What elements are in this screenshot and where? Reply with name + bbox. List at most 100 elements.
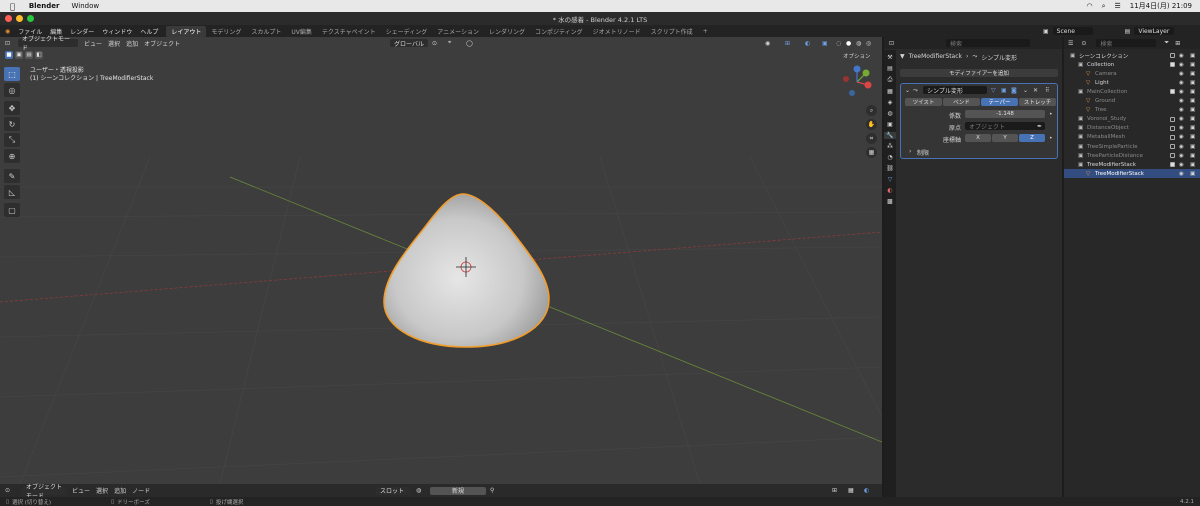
outliner-row[interactable]: ▽ Camera ◉ ▣ — [1064, 69, 1200, 78]
render-tab-icon[interactable]: ▤ — [887, 65, 893, 72]
eye-icon[interactable]: ◉ — [1179, 134, 1184, 140]
filter-icon[interactable]: ⏷ — [1164, 39, 1169, 47]
selected-object-mesh[interactable] — [383, 193, 550, 348]
origin-field[interactable]: オブジェクト — [965, 122, 1045, 131]
breadcrumb-modifier[interactable]: シンプル変形 — [981, 53, 1017, 62]
outliner-row[interactable]: ▣ Voronoi_Study ◉ ▣ — [1064, 115, 1200, 124]
render-camera-icon[interactable]: ▣ — [1190, 171, 1195, 177]
shading-rendered-icon[interactable]: ◎ — [866, 40, 871, 47]
eye-icon[interactable]: ◉ — [1179, 98, 1184, 104]
outliner-editor-icon[interactable]: ☰ — [1068, 40, 1073, 47]
bottom-menu-add[interactable]: 追加 — [114, 486, 126, 495]
eye-icon[interactable]: ◉ — [1179, 116, 1184, 122]
scale-tool[interactable]: ⤡ — [4, 133, 20, 147]
tab-shading[interactable]: シェーディング — [381, 26, 433, 37]
tab-texture-paint[interactable]: テクスチャペイント — [317, 26, 381, 37]
add-cube-tool[interactable]: ▢ — [4, 203, 20, 217]
wifi-icon[interactable]: ◠ — [1086, 2, 1092, 10]
navigation-gizmo[interactable] — [840, 65, 874, 99]
proportional-icon[interactable]: ◯ — [466, 40, 473, 47]
app-menu[interactable]: Blender — [29, 2, 60, 10]
menu-view[interactable]: ビュー — [84, 39, 102, 48]
eye-icon[interactable]: ◉ — [1179, 62, 1184, 68]
eye-icon[interactable]: ◉ — [1179, 144, 1184, 150]
outliner-row[interactable]: ▣ TreeParticleDistance ◉ ▣ — [1064, 151, 1200, 160]
physics-tab-icon[interactable]: ◔ — [887, 154, 892, 161]
outliner-row[interactable]: ▽ Tree ◉ ▣ — [1064, 106, 1200, 115]
gizmo-toggle-icon[interactable]: ⊞ — [785, 40, 790, 47]
select-invert-icon[interactable]: ◧ — [35, 51, 43, 59]
tab-layout[interactable]: レイアウト — [166, 25, 207, 37]
outliner-row[interactable]: ▽ TreeModifierStack ◉ ▣ — [1064, 169, 1200, 179]
render-camera-icon[interactable]: ▣ — [1190, 162, 1195, 168]
outliner-row[interactable]: ▣ TreeModifierStack ◉ ▣ — [1064, 160, 1200, 169]
menu-help[interactable]: ヘルプ — [140, 27, 158, 36]
bottom-menu-node[interactable]: ノード — [132, 486, 150, 495]
tab-sculpt[interactable]: スカルプト — [246, 26, 286, 37]
menu-add[interactable]: 追加 — [126, 39, 138, 48]
mode-dropdown[interactable]: オブジェクトモード — [18, 36, 79, 52]
overlay-bottom-icon[interactable]: ◐ — [864, 487, 869, 494]
bottom-menu-select[interactable]: 選択 — [96, 486, 108, 495]
realtime-toggle-icon[interactable]: ▣ — [1001, 87, 1007, 94]
render-camera-icon[interactable]: ▣ — [1190, 89, 1195, 95]
render-camera-icon[interactable]: ▣ — [1190, 153, 1195, 159]
zoom-view-button[interactable]: ⌕ — [866, 105, 877, 116]
restrictions-subpanel[interactable]: 制限 — [917, 148, 929, 157]
move-tool[interactable]: ✥ — [4, 101, 20, 115]
annotate-tool[interactable]: ✎ — [4, 169, 20, 183]
render-camera-icon[interactable]: ▣ — [1190, 98, 1195, 104]
constraints-tab-icon[interactable]: ⛓ — [886, 165, 894, 172]
particles-tab-icon[interactable]: ⁂ — [887, 143, 893, 150]
eye-icon[interactable]: ◉ — [1179, 107, 1184, 113]
mode-taper[interactable]: テーパー — [981, 98, 1018, 106]
modifier-name-field[interactable]: シンプル変形 — [923, 86, 987, 95]
exclude-checkbox[interactable] — [1170, 89, 1175, 95]
camera-view-button[interactable]: ⌗ — [866, 133, 877, 144]
factor-field[interactable]: -1.148 — [965, 110, 1045, 118]
outliner-row[interactable]: ▽ Ground ◉ ▣ — [1064, 97, 1200, 106]
collapse-chevron-icon[interactable]: ⌄ — [905, 87, 910, 94]
texture-tab-icon[interactable]: ▩ — [887, 198, 893, 205]
eye-icon[interactable]: ◉ — [1179, 71, 1184, 77]
select-subtract-icon[interactable]: ▤ — [25, 51, 33, 59]
render-camera-icon[interactable]: ▣ — [1190, 53, 1195, 59]
editmode-toggle-icon[interactable]: ▽ — [991, 87, 996, 94]
view-layer-field[interactable]: ViewLayer — [1134, 27, 1175, 35]
render-camera-icon[interactable]: ▣ — [1190, 62, 1195, 68]
render-toggle-icon[interactable]: ◙ — [1011, 87, 1017, 94]
snap-icon[interactable]: ⌖ — [448, 39, 451, 47]
exclude-checkbox[interactable] — [1170, 53, 1175, 58]
display-mode-icon[interactable]: ⊙ — [1081, 40, 1086, 47]
measure-tool[interactable]: ◺ — [4, 185, 20, 199]
render-camera-icon[interactable]: ▣ — [1190, 116, 1195, 122]
add-modifier-button[interactable]: モディファイアーを追加 — [900, 69, 1058, 77]
editor-type-icon[interactable]: ⊡ — [5, 40, 10, 47]
outliner-row[interactable]: ▣ DistanceObject ◉ ▣ — [1064, 124, 1200, 133]
outliner-row[interactable]: ▣ シーンコレクション ◉ ▣ — [1064, 51, 1200, 60]
visibility-icon[interactable]: ◉ — [765, 40, 770, 47]
output-tab-icon[interactable]: ⎙ — [888, 76, 893, 84]
exclude-checkbox[interactable] — [1170, 153, 1175, 159]
close-window-button[interactable] — [5, 15, 12, 22]
breadcrumb-object[interactable]: TreeModifierStack — [909, 53, 962, 62]
pivot-icon[interactable]: ⊙ — [432, 40, 437, 47]
axis-z[interactable]: Z — [1019, 134, 1045, 142]
add-workspace-button[interactable]: + — [698, 27, 713, 36]
eye-icon[interactable]: ◉ — [1179, 171, 1184, 177]
modifier-menu-icon[interactable]: ⌄ — [1023, 87, 1028, 94]
3d-viewport[interactable]: ユーザー・透視投影 (1) シーンコレクション | TreeModifierSt… — [0, 37, 882, 484]
tab-geometry-nodes[interactable]: ジオメトリノード — [588, 26, 646, 37]
exclude-checkbox[interactable] — [1170, 134, 1175, 140]
select-new-icon[interactable]: ■ — [5, 51, 13, 59]
pan-view-button[interactable]: ✋ — [866, 119, 877, 130]
scene-tab-icon[interactable]: ◈ — [888, 99, 893, 106]
search-icon[interactable]: ⌕ — [1102, 2, 1106, 11]
outliner-row[interactable]: ▣ MetaballMesh ◉ ▣ — [1064, 133, 1200, 142]
shading-material-icon[interactable]: ◍ — [856, 40, 861, 47]
options-dropdown[interactable]: オプション — [843, 52, 871, 60]
mode-bend[interactable]: ベンド — [943, 98, 980, 106]
render-camera-icon[interactable]: ▣ — [1190, 125, 1195, 131]
eye-icon[interactable]: ◉ — [1179, 162, 1184, 168]
eyedropper-icon[interactable]: ✒ — [1037, 123, 1042, 130]
